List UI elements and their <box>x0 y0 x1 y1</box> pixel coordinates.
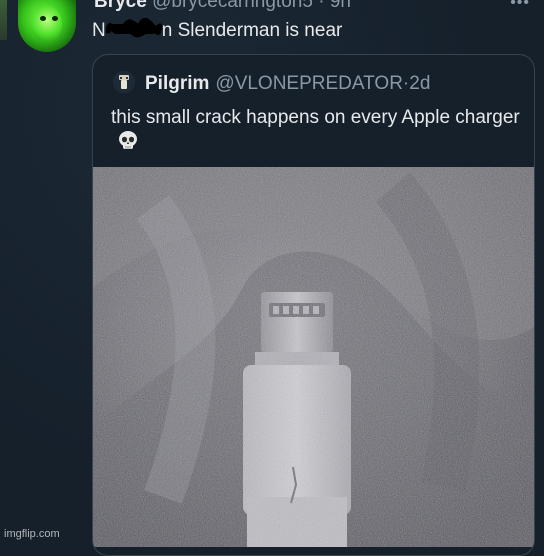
tweet-screenshot: Bryce @brycecarrington5 · 9h ••• N n Sle… <box>0 0 544 556</box>
alien-face-icon <box>32 6 62 42</box>
quote-text-body: this small crack happens on every Apple … <box>111 107 520 128</box>
quote-author-name[interactable]: Pilgrim <box>145 73 209 94</box>
quote-timestamp[interactable]: 2d <box>409 73 430 94</box>
tweet-timestamp[interactable]: 9h <box>330 0 351 12</box>
quoted-tweet-card[interactable]: Pilgrim @VLONEPREDATOR·2d this small crac… <box>92 54 535 556</box>
lightning-connector-photo[interactable] <box>93 167 534 547</box>
author-name[interactable]: Bryce <box>94 0 147 12</box>
quote-avatar[interactable] <box>113 71 135 93</box>
tweet-text-suffix: n Slenderman is near <box>161 20 343 41</box>
avatar-eye-left <box>40 16 46 21</box>
header-separator: · <box>318 0 325 12</box>
author-handle[interactable]: @brycecarrington5 <box>152 0 313 12</box>
quote-author-handle[interactable]: @VLONEPREDATOR <box>215 73 403 94</box>
tweet-header: Bryce @brycecarrington5 · 9h <box>94 0 351 13</box>
previous-thread-line <box>0 0 7 40</box>
avatar-eye-right <box>52 16 58 21</box>
quote-header: Pilgrim @VLONEPREDATOR·2d <box>113 71 430 95</box>
skull-emoji-icon <box>117 130 139 152</box>
tweet-text-prefix: N <box>92 20 106 41</box>
quote-text: this small crack happens on every Apple … <box>111 105 521 155</box>
imgflip-watermark: imgflip.com <box>4 528 60 540</box>
avatar[interactable] <box>18 0 76 52</box>
redaction-scribble-icon <box>105 18 162 40</box>
more-horizontal-icon[interactable]: ••• <box>510 0 530 12</box>
tweet-text: N n Slenderman is near <box>92 18 342 43</box>
